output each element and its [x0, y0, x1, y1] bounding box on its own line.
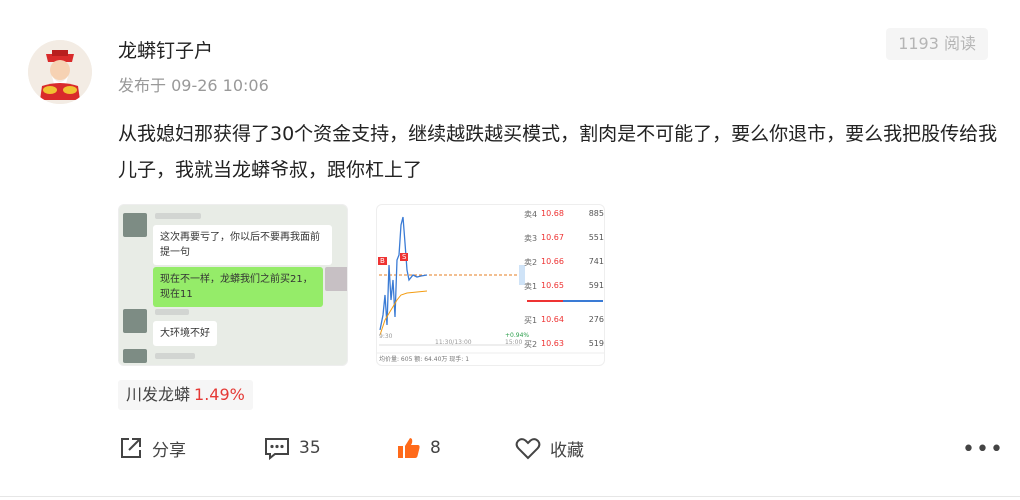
- stock-tag[interactable]: 川发龙蟒 1.49%: [118, 380, 253, 410]
- orderbook-row: 买2 10.63 519: [524, 339, 604, 349]
- sell-marker: S: [400, 253, 409, 261]
- more-options-button[interactable]: •••: [962, 437, 1004, 462]
- like-button[interactable]: 8: [396, 434, 441, 462]
- share-icon: [121, 438, 141, 458]
- time-mid: 11:30/13:00: [435, 339, 472, 346]
- orderbook-row: 买1 10.64 276: [524, 315, 604, 325]
- like-count: 8: [430, 438, 441, 458]
- post-time: 发布于 09-26 10:06: [118, 76, 269, 95]
- chat-sender-name-blurred: [155, 353, 195, 359]
- chat-avatar: [325, 267, 347, 291]
- thumbs-up-icon: [398, 438, 420, 458]
- time-start: 9:30: [379, 333, 393, 340]
- stock-tag-change: 1.49%: [194, 385, 245, 404]
- change-label: +0.94%: [505, 332, 530, 339]
- author-avatar[interactable]: [28, 40, 92, 104]
- favorite-button[interactable]: 收藏: [514, 434, 584, 462]
- orderbook-row: 卖2 10.66 741: [524, 257, 604, 267]
- chart-footer: 均价量: 605 额: 64.40万 现手: 1: [379, 356, 470, 363]
- comment-button[interactable]: 35: [263, 434, 321, 462]
- read-count-badge: 1193 阅读: [886, 28, 988, 60]
- heart-icon: [515, 438, 541, 460]
- share-label: 分享: [152, 440, 186, 461]
- comment-count: 35: [299, 438, 321, 458]
- stock-tag-name: 川发龙蟒: [126, 385, 191, 404]
- chat-message: 这次再要亏了，你以后不要再我面前提一句: [153, 225, 332, 265]
- favorite-label: 收藏: [550, 440, 584, 461]
- chat-avatar: [123, 213, 147, 237]
- buy-marker: B: [378, 257, 387, 265]
- orderbook-row: 卖1 10.65 591: [524, 281, 604, 291]
- chat-sender-name-blurred: [155, 213, 201, 219]
- chat-message: 现在不一样，龙蟒我们之前买21，现在11: [153, 267, 323, 307]
- post-content: 从我媳妇那获得了30个资金支持，继续越跌越买模式，割肉是不可能了，要么你退市，要…: [118, 123, 998, 181]
- chat-message: 大环境不好: [153, 321, 217, 346]
- author-name[interactable]: 龙蟒钉子户: [118, 36, 213, 63]
- share-button[interactable]: 分享: [118, 434, 186, 462]
- stock-chart-image[interactable]: B S 9:30 11:30/13:00 15:00 +0.94% 均价量: 6…: [376, 204, 605, 366]
- divider: [0, 496, 1020, 497]
- orderbook-row: 卖3 10.67 551: [524, 233, 604, 243]
- chat-screenshot-image[interactable]: 这次再要亏了，你以后不要再我面前提一句 现在不一样，龙蟒我们之前买21，现在11…: [118, 204, 348, 366]
- chat-avatar: [123, 309, 147, 333]
- comment-icon: [265, 438, 289, 461]
- orderbook-row: 卖4 10.68 885: [524, 209, 604, 219]
- chat-sender-name-blurred: [155, 309, 189, 315]
- time-end: 15:00: [505, 339, 523, 346]
- chat-avatar: [123, 349, 147, 363]
